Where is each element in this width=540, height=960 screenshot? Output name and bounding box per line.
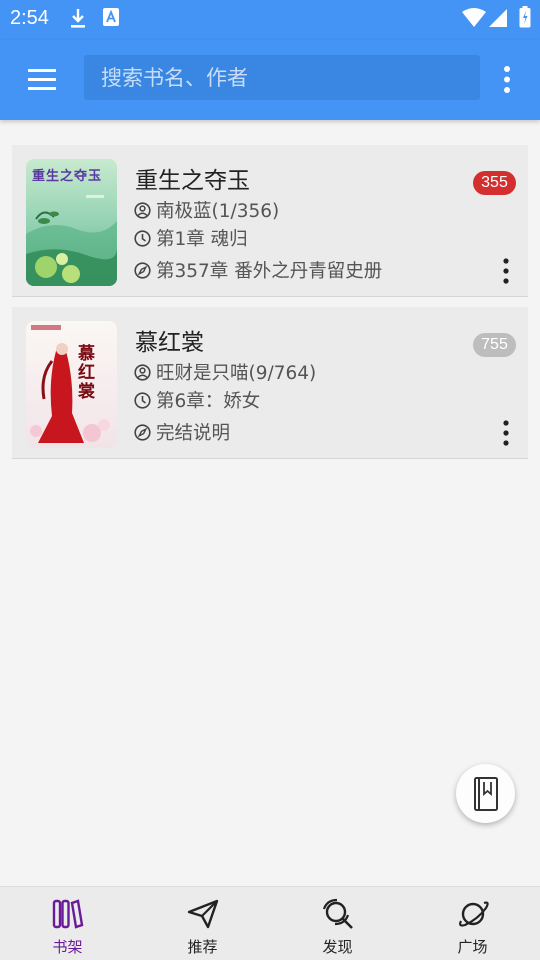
author-icon bbox=[134, 201, 151, 219]
clock-icon bbox=[134, 229, 151, 247]
latest-chapter: 第357章 番外之丹青留史册 bbox=[156, 261, 383, 282]
unread-count-badge: 355 bbox=[473, 171, 516, 195]
paper-plane-icon bbox=[187, 899, 218, 929]
last-read-row: 第1章 魂归 bbox=[134, 225, 248, 251]
app-screen: 2:54 搜索书名、作者 重生之夺玉 重生之夺玉 南极蓝(1/356) 第1章 … bbox=[0, 0, 540, 960]
book-item[interactable]: 重生之夺玉 重生之夺玉 南极蓝(1/356) 第1章 魂归 第357章 番外之丹… bbox=[12, 145, 528, 297]
planet-icon bbox=[458, 901, 489, 927]
battery-icon bbox=[519, 6, 531, 32]
author-row: 旺财是只喵(9/764) bbox=[134, 359, 316, 385]
compass-icon bbox=[134, 423, 151, 441]
menu-button[interactable] bbox=[22, 64, 62, 96]
book-menu-button[interactable] bbox=[496, 417, 516, 451]
nav-tab-bookshelf[interactable]: 书架 bbox=[0, 887, 135, 960]
nav-tab-recommend[interactable]: 推荐 bbox=[135, 887, 270, 960]
nav-tab-square[interactable]: 广场 bbox=[405, 887, 540, 960]
bottom-navigation: 书架 推荐 发现 广场 bbox=[0, 886, 540, 960]
book-bookmark-icon bbox=[473, 776, 498, 811]
discover-icon bbox=[322, 898, 353, 929]
signal-icon bbox=[488, 8, 508, 32]
latest-chapter: 完结说明 bbox=[156, 423, 231, 444]
status-time: 2:54 bbox=[10, 7, 49, 29]
hamburger-icon bbox=[28, 69, 56, 90]
more-vertical-icon bbox=[503, 258, 509, 284]
nav-label-recommend: 推荐 bbox=[187, 938, 218, 956]
author-progress: 旺财是只喵(9/764) bbox=[156, 363, 317, 384]
book-cover[interactable]: 慕红裳 bbox=[26, 321, 117, 448]
search-box[interactable] bbox=[84, 55, 480, 100]
book-title: 慕红裳 bbox=[135, 330, 204, 356]
bookshelf-icon bbox=[52, 899, 83, 929]
clock-icon bbox=[134, 391, 151, 409]
search-input[interactable] bbox=[84, 55, 480, 100]
latest-chapter-row: 完结说明 bbox=[134, 419, 230, 445]
last-read-row: 第6章：娇女 bbox=[134, 387, 260, 413]
author-icon bbox=[134, 363, 151, 381]
nav-label-discover: 发现 bbox=[322, 938, 353, 956]
last-read-chapter: 第6章：娇女 bbox=[156, 391, 261, 412]
status-bar: 2:54 bbox=[0, 0, 540, 40]
more-options-button[interactable] bbox=[496, 64, 518, 96]
book-cover[interactable]: 重生之夺玉 bbox=[26, 159, 117, 286]
author-row: 南极蓝(1/356) bbox=[134, 197, 279, 223]
cover-title: 慕红裳 bbox=[78, 344, 95, 402]
book-item[interactable]: 慕红裳 慕红裳 旺财是只喵(9/764) 第6章：娇女 完结说明 755 bbox=[12, 307, 528, 459]
nav-label-square: 广场 bbox=[457, 938, 488, 956]
cover-title: 重生之夺玉 bbox=[32, 169, 103, 184]
wifi-icon bbox=[462, 8, 486, 32]
more-vertical-icon bbox=[503, 420, 509, 446]
book-menu-button[interactable] bbox=[496, 255, 516, 289]
nav-label-bookshelf: 书架 bbox=[52, 938, 83, 956]
more-vertical-icon bbox=[504, 66, 510, 93]
latest-chapter-row: 第357章 番外之丹青留史册 bbox=[134, 257, 382, 283]
last-read-chapter: 第1章 魂归 bbox=[156, 229, 248, 250]
compass-icon bbox=[134, 261, 151, 279]
book-title: 重生之夺玉 bbox=[135, 168, 250, 194]
author-progress: 南极蓝(1/356) bbox=[156, 201, 280, 222]
keyboard-a-icon bbox=[103, 8, 119, 30]
download-icon bbox=[70, 8, 86, 34]
reading-fab-button[interactable] bbox=[456, 764, 515, 823]
unread-count-badge: 755 bbox=[473, 333, 516, 357]
app-bar bbox=[0, 40, 540, 120]
nav-tab-discover[interactable]: 发现 bbox=[270, 887, 405, 960]
